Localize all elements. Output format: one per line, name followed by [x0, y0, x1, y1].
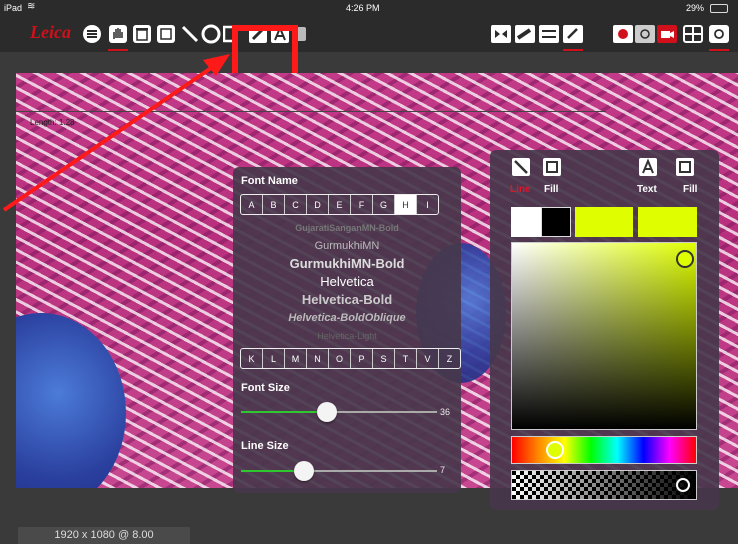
font-picker[interactable]: GujaratiSanganMN-Bold GurmukhiMN GurmukhiM… [233, 219, 461, 345]
font-size-label: Font Size [241, 382, 290, 394]
edit-active-indicator [563, 49, 583, 51]
adjust-sliders-icon[interactable] [538, 22, 560, 46]
slider-knob[interactable] [317, 402, 338, 422]
font-letter-index-top: ABCDEFGHI [240, 194, 439, 215]
font-option[interactable]: GurmukhiMN [233, 237, 461, 255]
slider-knob[interactable] [293, 461, 314, 481]
ruler-icon[interactable] [514, 22, 536, 46]
hue-slider[interactable] [511, 436, 697, 464]
font-letter-m[interactable]: M [285, 349, 307, 368]
font-letter-c[interactable]: C [285, 195, 307, 214]
font-size-value: 36 [440, 407, 451, 417]
font-letter-d[interactable]: D [307, 195, 329, 214]
clock: 4:26 PM [346, 3, 380, 13]
color-picker-handle[interactable] [676, 250, 694, 268]
font-letter-k[interactable]: K [241, 349, 263, 368]
battery-text: 29% [686, 3, 705, 13]
font-size-slider[interactable] [241, 402, 437, 422]
font-letter-v[interactable]: V [417, 349, 439, 368]
grid-layout-icon[interactable] [682, 22, 704, 46]
font-letter-o[interactable]: O [329, 349, 351, 368]
font-letter-i[interactable]: I [417, 195, 438, 214]
font-letter-n[interactable]: N [307, 349, 329, 368]
slider-fill [241, 411, 328, 413]
font-name-label: Font Name [241, 175, 298, 187]
font-letter-l[interactable]: L [263, 349, 285, 368]
arrow-annotation [2, 54, 230, 212]
tissue-region [16, 313, 126, 488]
saturation-brightness-picker[interactable] [511, 242, 697, 430]
edit-icon[interactable] [562, 22, 584, 46]
fill-tab-label[interactable]: Fill [544, 184, 558, 195]
font-letter-s[interactable]: S [373, 349, 395, 368]
font-option-selected[interactable]: Helvetica [233, 273, 461, 291]
opacity-slider[interactable] [511, 470, 697, 500]
line-color-swatch[interactable] [511, 207, 541, 237]
font-letter-a[interactable]: A [241, 195, 263, 214]
font-option[interactable]: Helvetica-Bold [233, 291, 461, 309]
status-bar: iPad ≋ 4:26 PM 29% [0, 0, 738, 16]
battery-icon [710, 4, 728, 13]
text-color-icon[interactable] [639, 158, 657, 181]
font-letter-z[interactable]: Z [439, 349, 460, 368]
flip-icon[interactable] [490, 22, 512, 46]
wifi-icon: ≋ [27, 1, 36, 12]
text-fill-color-icon[interactable] [676, 158, 694, 181]
record-icon[interactable] [612, 22, 634, 46]
font-option[interactable]: Helvetica-Light [233, 327, 461, 345]
text-color-swatch[interactable] [575, 207, 633, 237]
image-resolution: 1920 x 1080 @ 8.00 [18, 527, 190, 544]
snapshot-active-indicator [709, 49, 729, 51]
line-size-value: 7 [440, 465, 446, 475]
text-fill-tab-label[interactable]: Fill [683, 184, 697, 195]
line-color-icon[interactable] [512, 158, 530, 181]
font-panel: Font Name ABCDEFGHI GujaratiSanganMN-Bol… [233, 167, 461, 493]
text-fill-color-swatch[interactable] [638, 207, 697, 237]
font-option[interactable]: GurmukhiMN-Bold [233, 255, 461, 273]
camera-icon[interactable] [634, 22, 656, 46]
device-label: iPad [4, 3, 23, 13]
text-tab-label[interactable]: Text [637, 184, 657, 195]
font-letter-t[interactable]: T [395, 349, 417, 368]
snapshot-icon[interactable] [708, 22, 730, 46]
line-size-slider[interactable] [241, 461, 437, 481]
font-option[interactable]: Helvetica-BoldOblique [233, 309, 461, 327]
font-letter-f[interactable]: F [351, 195, 373, 214]
video-camera-icon[interactable] [656, 22, 678, 46]
font-letter-e[interactable]: E [329, 195, 351, 214]
font-letter-p[interactable]: P [351, 349, 373, 368]
font-letter-index-bottom: KLMNOPSTVZ [240, 348, 461, 369]
fill-color-swatch[interactable] [541, 207, 571, 237]
line-tab-label[interactable]: Line [510, 184, 531, 195]
hue-slider-handle[interactable] [546, 441, 564, 459]
opacity-slider-handle[interactable] [676, 478, 690, 492]
font-letter-g[interactable]: G [373, 195, 395, 214]
font-letter-b[interactable]: B [263, 195, 285, 214]
color-panel: Line Fill Text Fill [490, 150, 719, 510]
line-size-label: Line Size [241, 440, 289, 452]
font-option[interactable]: GujaratiSanganMN-Bold [233, 219, 461, 237]
fill-color-icon[interactable] [543, 158, 561, 181]
font-letter-h[interactable]: H [395, 195, 417, 214]
